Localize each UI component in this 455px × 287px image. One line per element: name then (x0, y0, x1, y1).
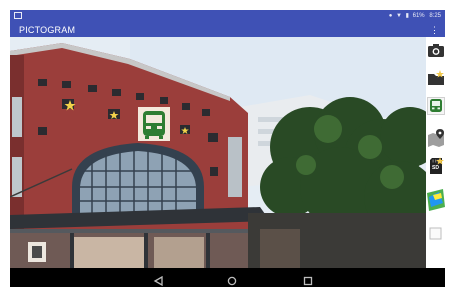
location-icon: ● (388, 13, 393, 19)
device-screen: ● ▼ ▮ 61% 8:25 PICTOGRAM ⋮ SD (0, 0, 455, 287)
app-bar: PICTOGRAM ⋮ (10, 24, 445, 37)
building-photo (10, 37, 426, 268)
app-title: PICTOGRAM (19, 25, 76, 35)
more-vert-icon[interactable]: ⋮ (430, 24, 439, 36)
map-icon[interactable] (427, 189, 445, 211)
camera-icon[interactable] (427, 41, 445, 59)
navigation-bar (10, 268, 445, 287)
sd-card-icon[interactable]: SD (427, 157, 445, 175)
photo-canvas[interactable] (10, 37, 426, 268)
checkbox-icon[interactable] (427, 225, 445, 243)
sd-card-label: SD (432, 165, 439, 171)
notification-icon (14, 12, 22, 19)
recent-apps-icon[interactable] (302, 273, 314, 286)
status-time: 8:25 (429, 13, 441, 19)
wifi-icon: ▼ (396, 13, 402, 19)
status-icons: ● ▼ ▮ 61% 8:25 (387, 11, 441, 21)
tool-panel: SD (426, 37, 445, 268)
status-bar: ● ▼ ▮ 61% 8:25 (10, 10, 445, 24)
signal-icon: ▮ (405, 13, 409, 19)
home-icon[interactable] (226, 273, 238, 286)
back-icon[interactable] (152, 273, 164, 287)
bus-pictogram-icon[interactable] (427, 97, 445, 115)
battery-percent: 61% (412, 13, 425, 19)
map-pin-icon[interactable] (427, 129, 445, 147)
folder-add-icon[interactable] (427, 69, 445, 87)
